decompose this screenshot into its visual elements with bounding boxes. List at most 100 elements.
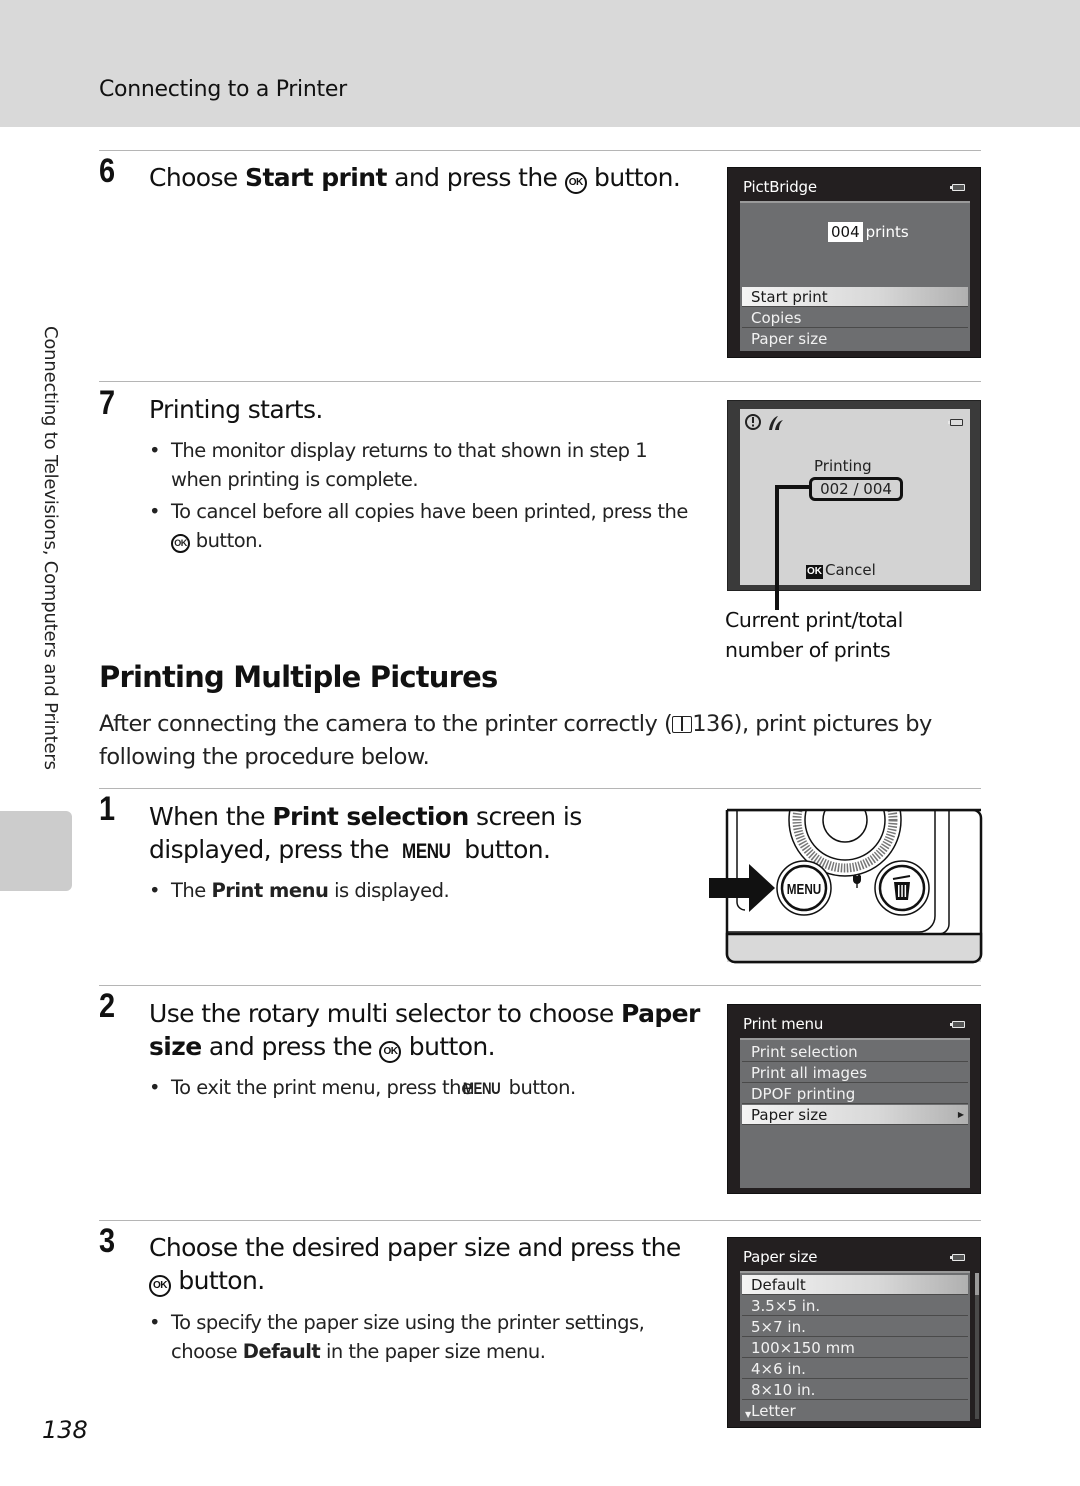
text: button. [401, 1032, 496, 1061]
text: button. [171, 1266, 265, 1295]
divider [99, 1220, 981, 1221]
section-intro: After connecting the camera to the print… [99, 708, 979, 774]
step-7-instruction: Printing starts. [149, 395, 323, 424]
text: The monitor display returns to that show… [171, 439, 648, 491]
menu-item-dpof-printing[interactable]: DPOF printing [742, 1084, 968, 1104]
callout-line: number of prints [725, 638, 891, 662]
step-6-instruction: Choose Start print and press the OK butt… [149, 161, 709, 194]
text: Choose [149, 163, 246, 192]
callout-line: Current print/total [725, 608, 903, 632]
step-number: 6 [99, 152, 116, 190]
menu-item-paper-size[interactable]: Paper size ▶ [742, 1105, 968, 1125]
text: and press the [386, 163, 565, 192]
menu-item-print-all-images[interactable]: Print all images [742, 1063, 968, 1083]
ok-button-icon: OK [149, 1275, 171, 1297]
menu-item-5x7[interactable]: 5×7 in. [742, 1317, 968, 1337]
menu-button-label: MENU [787, 881, 821, 898]
menu-button-icon: MENU [463, 1079, 501, 1098]
text: is displayed. [328, 879, 450, 902]
bullet-dot: • [149, 1076, 161, 1099]
screen-body: Print selection Print all images DPOF pr… [740, 1038, 970, 1188]
printing-status-label: Printing [814, 457, 872, 475]
menu-item-8x10[interactable]: 8×10 in. [742, 1380, 968, 1400]
side-chapter-tab [0, 811, 72, 891]
text: When the [149, 802, 273, 831]
side-chapter-label: Connecting to Televisions, Computers and… [40, 326, 61, 770]
bullet-dot: • [149, 1311, 161, 1334]
chapter-header-band: Connecting to a Printer [0, 0, 1080, 127]
cancel-hint[interactable]: OK Cancel [806, 561, 876, 579]
scrollbar-track[interactable] [975, 1273, 979, 1419]
text: button. [190, 529, 264, 552]
step-number: 1 [99, 790, 116, 828]
menu-item-paper-size[interactable]: Paper size [742, 329, 968, 349]
callout-label: Current print/total number of prints [725, 605, 903, 665]
step-2-instruction: Use the rotary multi selector to choose … [149, 997, 709, 1063]
menu-item-letter[interactable]: ▼Letter [742, 1401, 968, 1421]
ok-button-icon: OK [171, 534, 190, 553]
page-number: 138 [42, 1416, 88, 1444]
screen-title: Print menu [743, 1015, 824, 1033]
battery-icon [950, 1254, 965, 1261]
menu-item-start-print[interactable]: Start print [742, 287, 968, 307]
text: To cancel before all copies have been pr… [171, 500, 688, 523]
screen-title: PictBridge [743, 178, 817, 196]
screen-body: Default 3.5×5 in. 5×7 in. 100×150 mm 4×6… [740, 1271, 970, 1421]
text: To exit the print menu, press the [171, 1076, 479, 1099]
bullet-note: • To specify the paper size using the pri… [149, 1308, 669, 1366]
divider [99, 788, 981, 789]
delete-button [874, 860, 930, 916]
ok-button-icon: OK [806, 565, 823, 579]
print-menu-screen: Print menu Print selection Print all ima… [727, 1004, 981, 1194]
text: in the paper size menu. [320, 1340, 546, 1363]
step-number: 7 [99, 384, 116, 422]
menu-item-label: Paper size [751, 1106, 828, 1124]
print-progress-counter: 002 / 004 [809, 477, 903, 501]
menu-item-print-selection[interactable]: Print selection [742, 1042, 968, 1062]
divider [99, 150, 981, 151]
pictbridge-icon [769, 416, 783, 430]
text: After connecting the camera to the print… [99, 711, 673, 737]
menu-button-icon: MENU [402, 839, 451, 863]
submenu-arrow-icon: ▶ [957, 1110, 964, 1119]
text: button. [586, 163, 681, 192]
screen-body: 004 prints Start print Copies Paper size [740, 201, 970, 351]
bullet-note: • To exit the print menu, press the MENU … [149, 1073, 709, 1103]
menu-item-100x150[interactable]: 100×150 mm [742, 1338, 968, 1358]
callout-leader-line [775, 485, 809, 489]
bullet-note: • The monitor display returns to that sho… [149, 436, 689, 494]
battery-icon [950, 184, 965, 191]
battery-icon [950, 1021, 965, 1028]
menu-item-copies[interactable]: Copies [742, 308, 968, 328]
bold-term: Print selection [272, 802, 469, 831]
text: button. [456, 835, 551, 864]
menu-item-4x6[interactable]: 4×6 in. [742, 1359, 968, 1379]
bullet-dot: • [149, 879, 161, 902]
text: Choose the desired paper size and press … [149, 1233, 681, 1262]
ok-button-icon: OK [379, 1041, 402, 1063]
bullet-dot: • [149, 500, 161, 523]
bold-term: Default [242, 1340, 321, 1363]
screen-title: Paper size [743, 1248, 818, 1266]
menu-item-label: Letter [751, 1402, 796, 1420]
step-number: 3 [99, 1222, 116, 1260]
page-reference-link[interactable]: 136 [692, 711, 734, 737]
copies-value: 004 [828, 222, 863, 242]
step-3-instruction: Choose the desired paper size and press … [149, 1231, 689, 1297]
menu-item-3-5x5[interactable]: 3.5×5 in. [742, 1296, 968, 1316]
copies-label: prints [865, 223, 909, 241]
copies-display: 004 prints [828, 222, 909, 242]
callout-leader-line [775, 487, 779, 610]
text: button. [502, 1076, 577, 1099]
text: The [171, 879, 212, 902]
ok-button-icon: OK [564, 172, 587, 194]
text: and press the [201, 1032, 380, 1061]
bullet-note: • To cancel before all copies have been p… [149, 497, 709, 555]
chapter-title: Connecting to a Printer [99, 77, 347, 102]
camera-back-illustration: MENU [705, 806, 985, 964]
menu-item-default[interactable]: Default [742, 1275, 968, 1295]
divider [99, 985, 981, 986]
battery-icon [948, 419, 963, 426]
text: Use the rotary multi selector to choose [149, 999, 622, 1028]
scrollbar-thumb[interactable] [975, 1273, 979, 1295]
